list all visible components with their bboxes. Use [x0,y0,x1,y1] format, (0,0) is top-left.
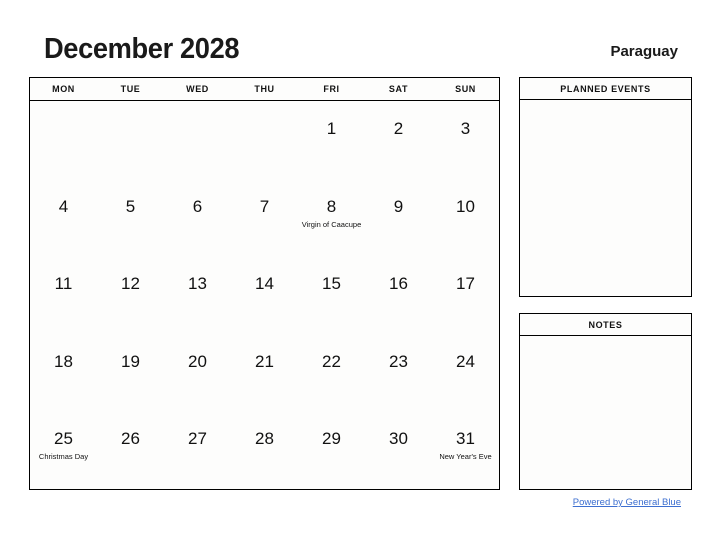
day-cell-20[interactable]: 20 [164,334,231,412]
day-number: 21 [255,351,274,371]
calendar-weeks: 1 2 3 4 5 6 7 8 Virgin of Caacupe 9 10 11 12 13 14 15 16… [30,101,499,489]
day-event-label: Virgin of Caacupe [301,219,362,229]
weekday-header-row: MON TUE WED THU FRI SAT SUN [30,78,499,101]
planned-events-body[interactable] [520,100,691,297]
day-number: 28 [255,429,274,449]
week-row: 4 5 6 7 8 Virgin of Caacupe 9 10 [30,179,499,257]
day-cell-23[interactable]: 23 [365,334,432,412]
planned-events-title: PLANNED EVENTS [520,78,691,100]
day-cell-30[interactable]: 30 [365,411,432,489]
day-number: 5 [125,196,136,216]
day-cell-8[interactable]: 8 Virgin of Caacupe [298,179,365,257]
day-cell-29[interactable]: 29 [298,411,365,489]
day-number: 1 [326,119,337,138]
week-row: 11 12 13 14 15 16 17 [30,256,499,334]
day-cell-2[interactable]: 2 [365,101,432,179]
day-cell-21[interactable]: 21 [231,334,298,412]
notes-body[interactable] [520,336,691,490]
day-number: 12 [121,274,140,294]
day-number: 7 [259,196,270,216]
day-number: 27 [188,429,207,449]
day-number: 30 [389,429,408,449]
planned-events-panel: PLANNED EVENTS [519,77,692,297]
day-cell-7[interactable]: 7 [231,179,298,257]
day-cell-15[interactable]: 15 [298,256,365,334]
day-cell-4[interactable]: 4 [30,179,97,257]
day-number: 15 [322,274,341,294]
day-cell-10[interactable]: 10 [432,179,499,257]
weekday-header-tue: TUE [120,84,141,94]
day-cell-empty [164,101,231,179]
day-cell-19[interactable]: 19 [97,334,164,412]
weekday-header-thu: THU [254,84,275,94]
day-number: 17 [456,274,475,294]
day-event-label: New Year's Eve [439,452,492,462]
weekday-header-sun: SUN [455,84,476,94]
day-number: 19 [121,351,140,371]
day-number: 13 [188,274,207,294]
day-number: 26 [121,429,140,449]
day-cell-18[interactable]: 18 [30,334,97,412]
day-number: 11 [54,274,73,294]
day-number: 29 [322,429,341,449]
day-number: 8 [326,196,337,216]
day-number: 16 [389,274,408,294]
day-cell-17[interactable]: 17 [432,256,499,334]
day-cell-empty [97,101,164,179]
powered-by-link[interactable]: Powered by General Blue [573,497,681,509]
day-cell-5[interactable]: 5 [97,179,164,257]
day-cell-13[interactable]: 13 [164,256,231,334]
day-number: 3 [460,119,471,138]
page-header: December 2028 Paraguay [0,0,712,76]
weekday-header-fri: FRI [323,84,340,94]
day-number: 18 [54,351,73,371]
day-number: 20 [188,351,207,371]
day-cell-1[interactable]: 1 [298,101,365,179]
day-number: 31 [456,429,475,449]
day-cell-24[interactable]: 24 [432,334,499,412]
day-number: 10 [456,196,475,216]
day-number: 24 [456,351,475,371]
notes-panel: NOTES [519,313,692,490]
week-row: 1 2 3 [30,101,499,179]
weekday-header-sat: SAT [388,84,409,94]
day-number: 22 [322,351,341,371]
notes-title: NOTES [520,314,691,336]
week-row: 25 Christmas Day 26 27 28 29 30 31 New Year's Ev… [30,411,499,489]
day-cell-22[interactable]: 22 [298,334,365,412]
day-cell-14[interactable]: 14 [231,256,298,334]
day-number: 9 [393,196,404,216]
day-cell-25[interactable]: 25 Christmas Day [30,411,97,489]
day-cell-28[interactable]: 28 [231,411,298,489]
day-cell-empty [30,101,97,179]
day-number: 14 [255,274,274,294]
day-number: 25 [54,429,73,449]
day-number: 2 [393,119,404,138]
country-label: Paraguay [610,43,678,60]
weekday-header-wed: WED [186,84,209,94]
weekday-header-mon: MON [52,84,75,94]
week-row: 18 19 20 21 22 23 24 [30,334,499,412]
day-cell-31[interactable]: 31 New Year's Eve [432,411,499,489]
day-cell-16[interactable]: 16 [365,256,432,334]
day-cell-27[interactable]: 27 [164,411,231,489]
calendar-grid: MON TUE WED THU FRI SAT SUN 1 2 3 4 5 6 7 8 Virgin of … [29,77,500,490]
day-cell-6[interactable]: 6 [164,179,231,257]
day-event-label: Christmas Day [38,452,89,462]
page-title: December 2028 [44,33,240,65]
day-number: 4 [58,196,69,216]
day-number: 6 [192,196,203,216]
day-cell-11[interactable]: 11 [30,256,97,334]
day-cell-12[interactable]: 12 [97,256,164,334]
day-cell-empty [231,101,298,179]
day-cell-26[interactable]: 26 [97,411,164,489]
day-cell-3[interactable]: 3 [432,101,499,179]
day-cell-9[interactable]: 9 [365,179,432,257]
day-number: 23 [389,351,408,371]
